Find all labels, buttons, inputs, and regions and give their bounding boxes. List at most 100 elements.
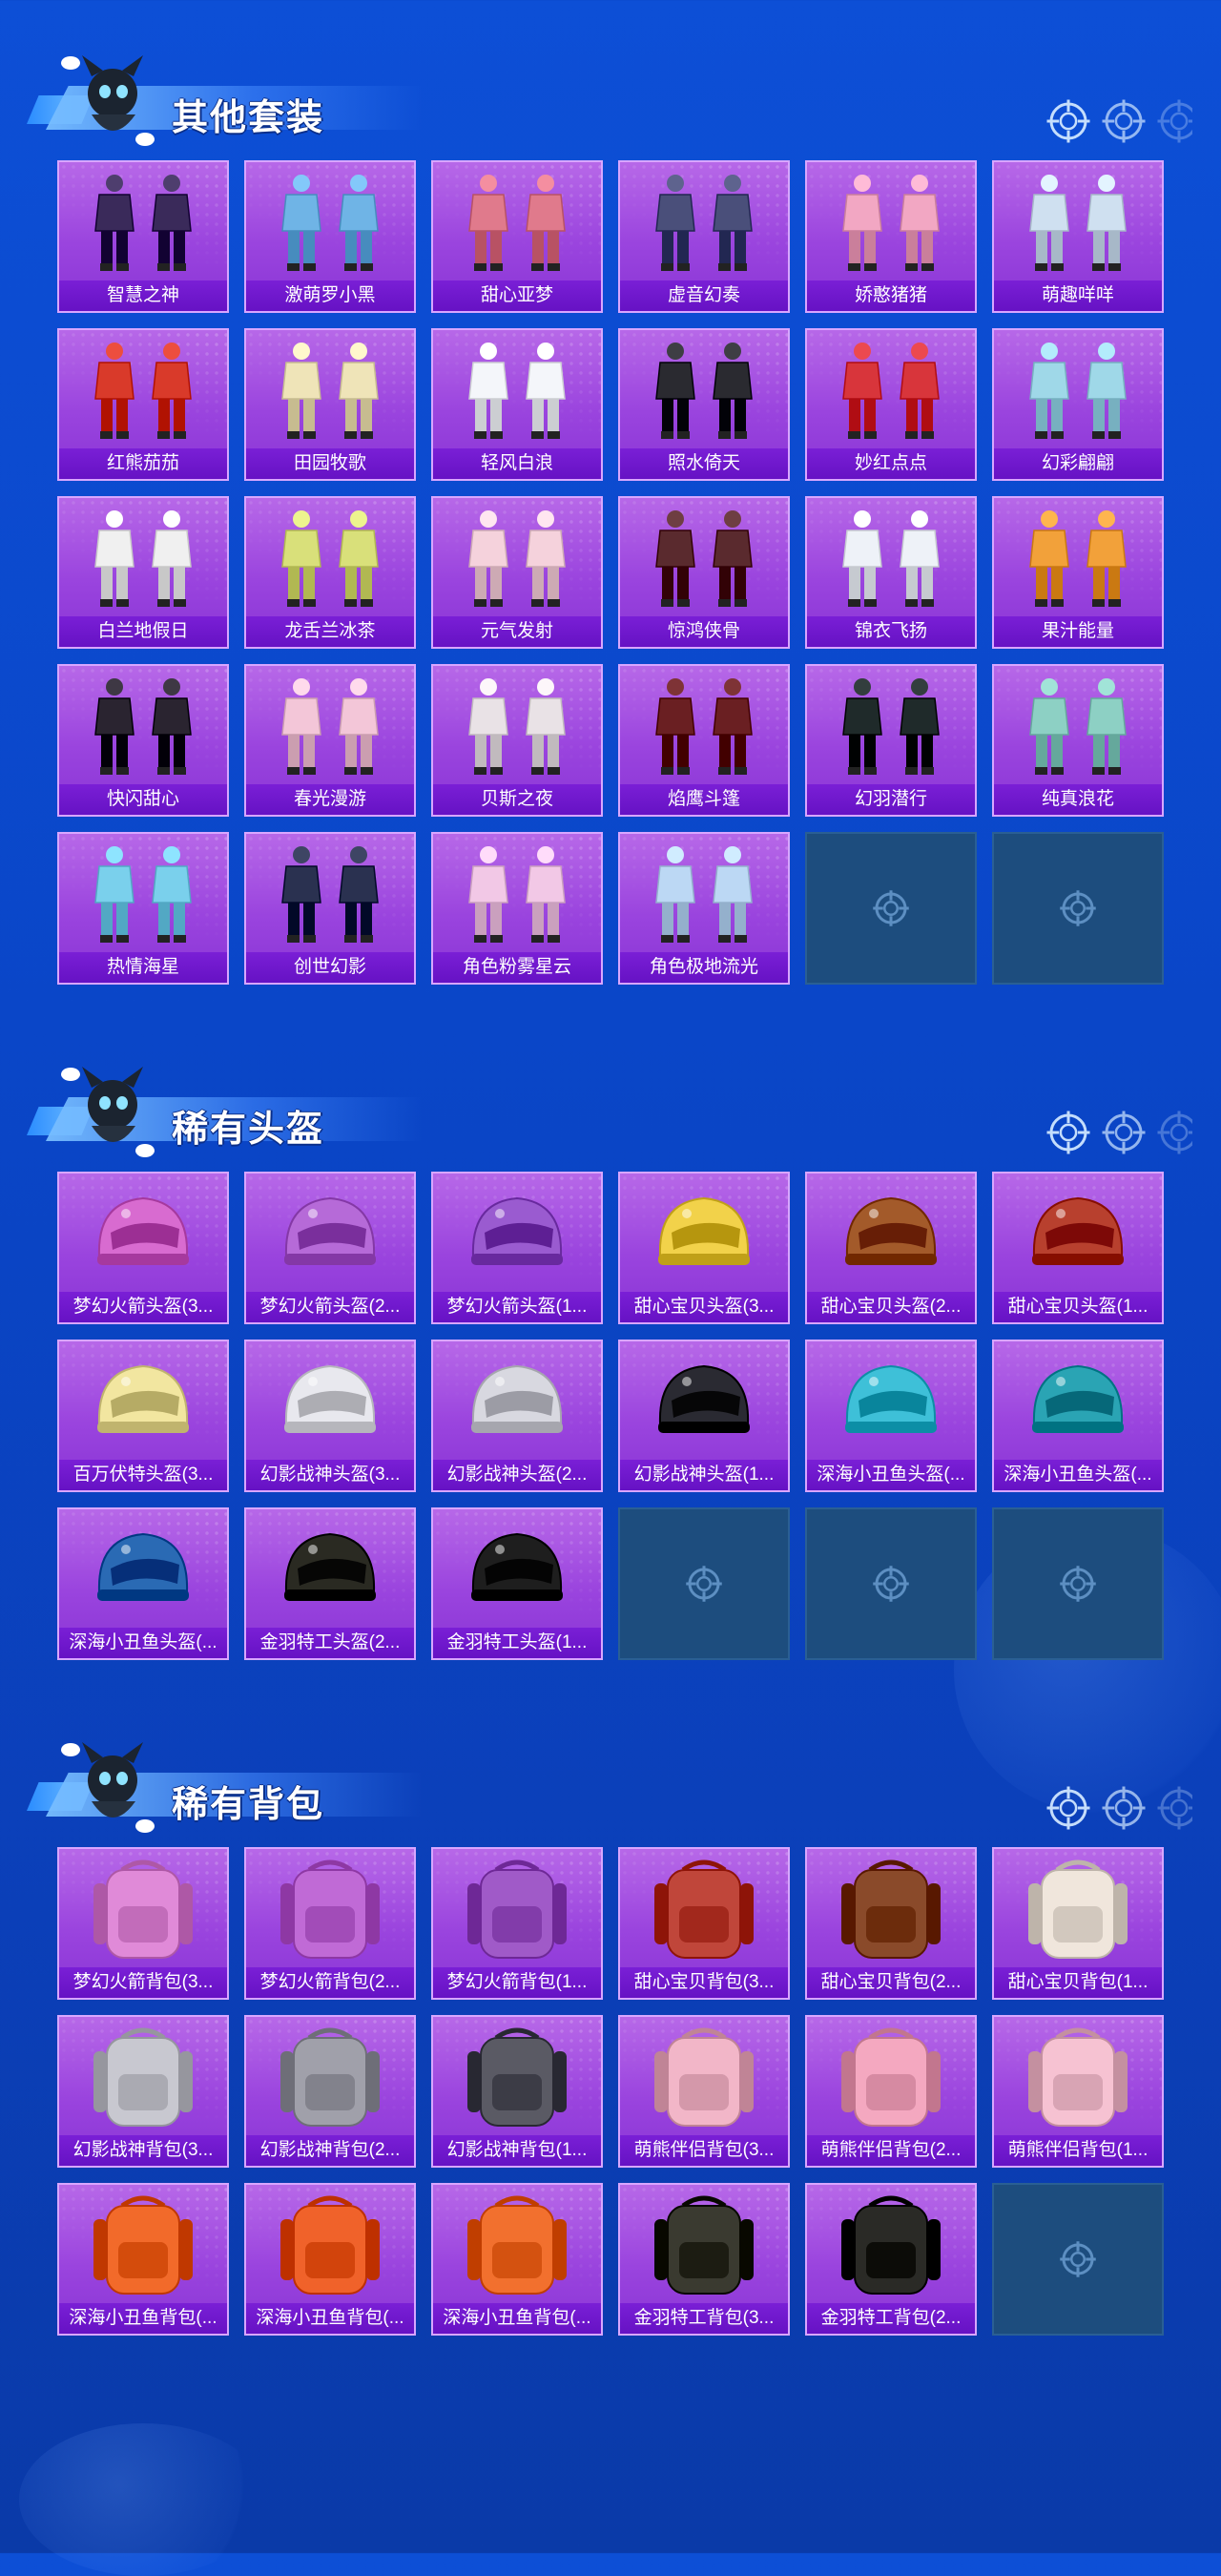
outfit-card[interactable]: 热情海星 [57,832,229,985]
outfit-card[interactable]: 果汁能量 [992,496,1164,649]
helmet-name: 梦幻火箭头盔(3... [59,1292,227,1322]
outfit-card[interactable]: 纯真浪花 [992,664,1164,817]
outfit-card[interactable]: 贝斯之夜 [431,664,603,817]
backpack-card[interactable]: 深海小丑鱼背包(... [57,2183,229,2336]
outfit-card[interactable]: 焰鹰斗篷 [618,664,790,817]
backpack-image [841,1859,941,1959]
outfit-card[interactable]: 轻风白浪 [431,328,603,481]
section-header: 其他套装 [27,48,427,153]
outfit-card[interactable]: 锦衣飞扬 [805,496,977,649]
helmet-image [845,1364,937,1433]
outfit-name: 白兰地假日 [59,616,227,647]
outfit-name: 惊鸿侠骨 [620,616,788,647]
crosshair-decoration [1046,1111,1192,1154]
backpack-image [93,1859,193,1959]
backpack-card[interactable]: 甜心宝贝背包(2... [805,1847,977,2000]
helmet-card[interactable]: 幻影战神头盔(3... [244,1340,416,1492]
backpack-card[interactable]: 幻影战神背包(2... [244,2015,416,2168]
backpack-card[interactable]: 梦幻火箭背包(3... [57,1847,229,2000]
outfit-name: 角色极地流光 [620,952,788,983]
helmet-name: 梦幻火箭头盔(1... [433,1292,601,1322]
outfit-card[interactable]: 娇憨猪猪 [805,160,977,313]
outfit-image [655,175,753,271]
outfit-name: 贝斯之夜 [433,784,601,815]
backpack-card[interactable]: 萌熊伴侣背包(2... [805,2015,977,2168]
empty-slot [992,832,1164,985]
backpack-card[interactable]: 金羽特工背包(3... [618,2183,790,2336]
backpack-card[interactable]: 金羽特工背包(2... [805,2183,977,2336]
outfit-card[interactable]: 龙舌兰冰茶 [244,496,416,649]
helmet-card[interactable]: 金羽特工头盔(2... [244,1507,416,1660]
backpack-card[interactable]: 幻影战神背包(1... [431,2015,603,2168]
outfit-card[interactable]: 妙红点点 [805,328,977,481]
backpack-image [654,2195,754,2295]
backpack-card[interactable]: 梦幻火箭背包(1... [431,1847,603,2000]
outfit-card[interactable]: 快闪甜心 [57,664,229,817]
outfit-card[interactable]: 萌趣咩咩 [992,160,1164,313]
helmet-card[interactable]: 幻影战神头盔(2... [431,1340,603,1492]
outfit-card[interactable]: 创世幻影 [244,832,416,985]
outfit-name: 照水倚天 [620,448,788,479]
outfit-card[interactable]: 角色极地流光 [618,832,790,985]
helmet-card[interactable]: 深海小丑鱼头盔(... [57,1507,229,1660]
helmet-card[interactable]: 甜心宝贝头盔(3... [618,1172,790,1324]
outfit-card[interactable]: 智慧之神 [57,160,229,313]
backpack-card[interactable]: 梦幻火箭背包(2... [244,1847,416,2000]
backpack-name: 幻影战神背包(3... [59,2135,227,2166]
outfit-name: 轻风白浪 [433,448,601,479]
helmet-card[interactable]: 甜心宝贝头盔(1... [992,1172,1164,1324]
helmet-name: 深海小丑鱼头盔(... [59,1628,227,1658]
section-title: 其他套装 [172,98,325,138]
helmet-card[interactable]: 幻影战神头盔(1... [618,1340,790,1492]
backpack-name: 梦幻火箭背包(2... [246,1967,414,1998]
outfit-card[interactable]: 激萌罗小黑 [244,160,416,313]
section-backpacks: 稀有背包 梦幻火箭背包(3... 梦幻火箭背包(2... 梦幻火箭背包(1... 甜心宝… [0,1735,1221,2402]
outfit-card[interactable]: 元气发射 [431,496,603,649]
helmet-name: 梦幻火箭头盔(2... [246,1292,414,1322]
backpack-name: 金羽特工背包(2... [807,2303,975,2334]
outfit-card[interactable]: 春光漫游 [244,664,416,817]
backpack-card[interactable]: 幻影战神背包(3... [57,2015,229,2168]
helmet-card[interactable]: 梦幻火箭头盔(1... [431,1172,603,1324]
outfit-image [1029,510,1127,607]
mascot-icon [61,55,155,146]
outfit-card[interactable]: 惊鸿侠骨 [618,496,790,649]
backpack-card[interactable]: 甜心宝贝背包(1... [992,1847,1164,2000]
helmet-name: 金羽特工头盔(1... [433,1628,601,1658]
outfit-name: 纯真浪花 [994,784,1162,815]
backpack-card[interactable]: 萌熊伴侣背包(3... [618,2015,790,2168]
outfit-card[interactable]: 虚音幻奏 [618,160,790,313]
outfit-card[interactable]: 角色粉雾星云 [431,832,603,985]
outfit-name: 锦衣飞扬 [807,616,975,647]
backpack-card[interactable]: 深海小丑鱼背包(... [431,2183,603,2336]
outfit-card[interactable]: 田园牧歌 [244,328,416,481]
backpack-image [654,2027,754,2127]
backpack-name: 甜心宝贝背包(1... [994,1967,1162,1998]
outfit-card[interactable]: 照水倚天 [618,328,790,481]
helmet-card[interactable]: 百万伏特头盔(3... [57,1340,229,1492]
outfit-card[interactable]: 幻羽潜行 [805,664,977,817]
backpack-name: 萌熊伴侣背包(2... [807,2135,975,2166]
helmet-card[interactable]: 甜心宝贝头盔(2... [805,1172,977,1324]
helmet-card[interactable]: 深海小丑鱼头盔(... [805,1340,977,1492]
backpack-card[interactable]: 萌熊伴侣背包(1... [992,2015,1164,2168]
backpack-card[interactable]: 甜心宝贝背包(3... [618,1847,790,2000]
helmet-name: 幻影战神头盔(3... [246,1460,414,1490]
outfit-image [94,343,192,439]
outfit-name: 娇憨猪猪 [807,280,975,311]
backpack-card[interactable]: 深海小丑鱼背包(... [244,2183,416,2336]
crosshair-icon [873,890,909,926]
outfit-image [281,343,379,439]
helmet-card[interactable]: 梦幻火箭头盔(3... [57,1172,229,1324]
outfit-image [655,510,753,607]
outfit-card[interactable]: 幻彩翩翩 [992,328,1164,481]
helmet-card[interactable]: 梦幻火箭头盔(2... [244,1172,416,1324]
outfit-card[interactable]: 甜心亚梦 [431,160,603,313]
helmet-card[interactable]: 金羽特工头盔(1... [431,1507,603,1660]
helmet-card[interactable]: 深海小丑鱼头盔(... [992,1340,1164,1492]
outfit-card[interactable]: 白兰地假日 [57,496,229,649]
backpack-name: 金羽特工背包(3... [620,2303,788,2334]
backpack-image [467,2195,567,2295]
backpack-image [1028,2027,1128,2127]
outfit-card[interactable]: 红熊茄茄 [57,328,229,481]
